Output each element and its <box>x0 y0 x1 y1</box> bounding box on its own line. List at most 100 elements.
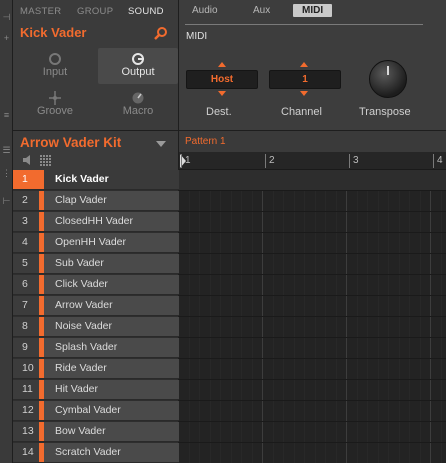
sound-number: 4 <box>13 233 39 252</box>
sound-number: 10 <box>13 359 39 378</box>
kit-name[interactable]: Arrow Vader Kit <box>20 135 121 150</box>
sound-color-stripe <box>39 422 44 441</box>
pattern-header: Pattern 1 <box>179 130 446 152</box>
sound-row[interactable]: 8 Noise Vader <box>13 317 179 337</box>
sound-number: 3 <box>13 212 39 231</box>
tab-audio[interactable]: Audio <box>192 5 218 16</box>
sound-number: 2 <box>13 191 39 210</box>
sound-name-label: Bow Vader <box>55 425 106 437</box>
sound-color-stripe <box>39 233 44 252</box>
sound-color-stripe <box>39 443 44 462</box>
dest-label: Dest. <box>206 106 232 118</box>
transpose-label: Transpose <box>359 106 411 118</box>
sound-color-stripe <box>39 212 44 231</box>
sound-name-label: Noise Vader <box>55 320 113 332</box>
pattern-name[interactable]: Pattern 1 <box>185 136 226 147</box>
sound-row[interactable]: 10 Ride Vader <box>13 359 179 379</box>
transpose-knob[interactable] <box>369 60 407 98</box>
search-icon[interactable] <box>154 26 168 40</box>
sound-color-stripe <box>39 275 44 294</box>
dots-icon[interactable]: ⋮ <box>1 168 12 178</box>
channel-down-icon[interactable] <box>300 91 308 96</box>
sound-list: 1 Kick Vader 2 Clap Vader 3 ClosedHH Vader 4 Op… <box>13 170 179 463</box>
bar-marker: 2 <box>265 154 275 168</box>
groove-icon <box>49 91 61 105</box>
sound-name-label: Clap Vader <box>55 194 107 206</box>
sound-color-stripe <box>39 338 44 357</box>
sound-number: 5 <box>13 254 39 273</box>
list-icon[interactable]: ≡ <box>1 110 12 120</box>
sound-number: 11 <box>13 380 39 399</box>
module-groove-label: Groove <box>36 105 74 117</box>
sound-color-stripe <box>39 296 44 315</box>
sound-row[interactable]: 1 Kick Vader <box>13 170 179 190</box>
sound-name-label: ClosedHH Vader <box>55 215 134 227</box>
knob-indicator <box>387 66 389 75</box>
sound-number: 14 <box>13 443 39 462</box>
sound-row[interactable]: 6 Click Vader <box>13 275 179 295</box>
tool-icon[interactable]: ⊢ <box>1 196 12 206</box>
channel-spinner[interactable]: 1 <box>269 70 341 89</box>
sound-row[interactable]: 5 Sub Vader <box>13 254 179 274</box>
sound-row[interactable]: 12 Cymbal Vader <box>13 401 179 421</box>
module-output[interactable]: Output <box>98 48 178 84</box>
chevron-down-icon[interactable] <box>156 141 166 147</box>
module-input[interactable]: Input <box>15 48 95 84</box>
sound-number: 1 <box>13 170 39 189</box>
pattern-ruler[interactable]: 1 2 3 4 <box>179 152 446 170</box>
bar-marker: 4 <box>433 154 443 168</box>
sound-color-stripe <box>39 254 44 273</box>
sound-name-label: Hit Vader <box>55 383 98 395</box>
tab-aux[interactable]: Aux <box>253 5 270 16</box>
bar-marker: 3 <box>349 154 359 168</box>
sound-row[interactable]: 2 Clap Vader <box>13 191 179 211</box>
input-icon <box>49 53 61 65</box>
plus-icon[interactable]: + <box>1 33 12 43</box>
sound-name-label: Click Vader <box>55 278 108 290</box>
macro-icon <box>132 92 144 104</box>
sound-panel: MASTER GROUP SOUND Kick Vader Input Outp… <box>13 0 179 130</box>
sound-row[interactable]: 11 Hit Vader <box>13 380 179 400</box>
sound-name-label: Sub Vader <box>55 257 104 269</box>
module-macro[interactable]: Macro <box>98 87 178 123</box>
sound-name-label: Scratch Vader <box>55 446 121 458</box>
sound-color-stripe <box>39 359 44 378</box>
menu-icon[interactable]: ☰ <box>1 145 12 155</box>
sound-row[interactable]: 7 Arrow Vader <box>13 296 179 316</box>
sound-name-label: Arrow Vader <box>55 299 113 311</box>
sound-name-label: OpenHH Vader <box>55 236 127 248</box>
module-groove[interactable]: Groove <box>15 87 95 123</box>
dest-up-icon[interactable] <box>218 62 226 67</box>
sound-color-stripe <box>39 170 44 189</box>
module-macro-label: Macro <box>122 105 154 117</box>
dest-down-icon[interactable] <box>218 91 226 96</box>
sound-row[interactable]: 4 OpenHH Vader <box>13 233 179 253</box>
kit-header: Arrow Vader Kit <box>13 130 179 170</box>
channel-up-icon[interactable] <box>300 62 308 67</box>
sound-number: 12 <box>13 401 39 420</box>
keyboard-grid-icon[interactable] <box>40 155 51 166</box>
tab-group[interactable]: GROUP <box>77 6 113 17</box>
sound-row[interactable]: 14 Scratch Vader <box>13 443 179 463</box>
sound-name-label: Ride Vader <box>55 362 107 374</box>
sound-number: 8 <box>13 317 39 336</box>
tab-sound[interactable]: SOUND <box>128 6 164 17</box>
sound-color-stripe <box>39 317 44 336</box>
selected-row-lane <box>179 170 446 190</box>
sound-row[interactable]: 13 Bow Vader <box>13 422 179 442</box>
speaker-icon[interactable] <box>23 155 33 165</box>
tab-midi[interactable]: MIDI <box>293 4 333 17</box>
pattern-grid[interactable] <box>179 170 446 463</box>
sound-number: 9 <box>13 338 39 357</box>
module-input-label: Input <box>42 66 68 78</box>
plug-icon[interactable]: ⊣ <box>1 12 12 22</box>
tab-master[interactable]: MASTER <box>20 6 61 17</box>
sound-row[interactable]: 9 Splash Vader <box>13 338 179 358</box>
tab-underline <box>185 24 423 25</box>
bar-marker: 1 <box>181 154 191 168</box>
channel-label: Channel <box>281 106 322 118</box>
dest-spinner[interactable]: Host <box>186 70 258 89</box>
sound-number: 13 <box>13 422 39 441</box>
sound-row[interactable]: 3 ClosedHH Vader <box>13 212 179 232</box>
sound-name[interactable]: Kick Vader <box>20 25 87 40</box>
